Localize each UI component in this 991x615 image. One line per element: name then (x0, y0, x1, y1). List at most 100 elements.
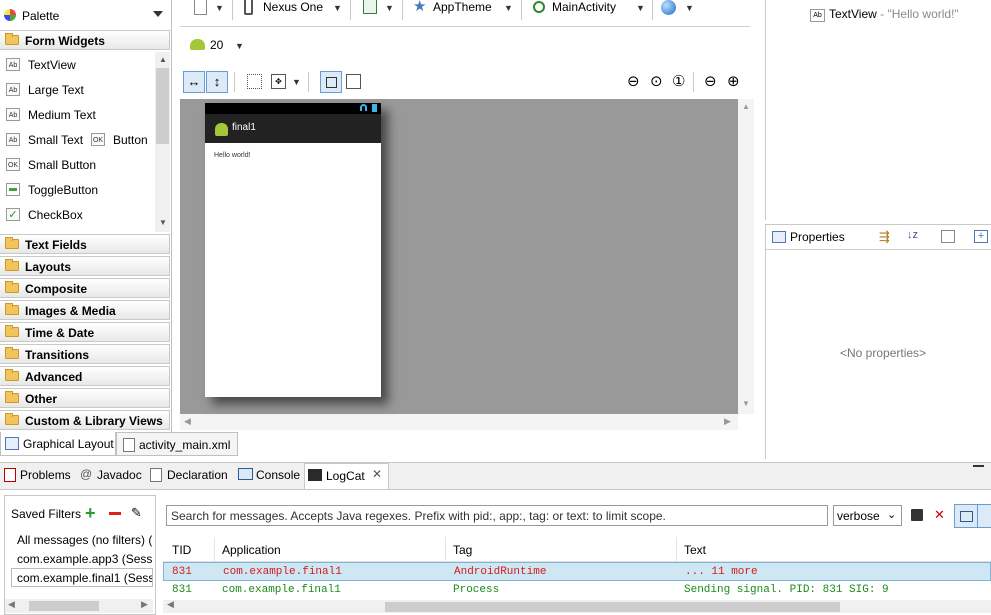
palette-scrollbar[interactable]: ▲ ▼ (155, 52, 170, 232)
outline-item-textview[interactable]: TextView - "Hello world!" (829, 7, 959, 21)
section-transitions[interactable]: Transitions (0, 344, 170, 364)
log-level-select[interactable]: verbose ⌄ (833, 505, 902, 526)
filter-icon[interactable]: ⇶ (879, 229, 890, 245)
section-form-widgets[interactable]: Form Widgets (0, 30, 170, 50)
tab-logcat[interactable]: LogCat ✕ (304, 463, 389, 489)
log-row[interactable]: 831 com.example.final1 AndroidRuntime ..… (163, 562, 991, 581)
zoom-real-icon[interactable]: ⊙ (650, 72, 663, 90)
device-preview[interactable]: final1 Hello world! (205, 103, 381, 397)
fill-width-icon[interactable]: ↔ (183, 71, 205, 93)
chevron-down-icon[interactable] (153, 11, 163, 17)
section-layouts[interactable]: Layouts (0, 256, 170, 276)
tab-javadoc[interactable]: @ Javadoc (76, 463, 144, 487)
tab-activity-main-xml[interactable]: activity_main.xml (116, 432, 238, 456)
categories-icon[interactable] (941, 230, 955, 243)
expand-icon[interactable] (346, 74, 361, 89)
palette-panel: Palette Form Widgets Ab TextView Ab Larg… (0, 0, 172, 432)
edit-filter-icon[interactable]: ✎ (131, 505, 142, 521)
chevron-down-icon[interactable]: ▼ (215, 3, 224, 13)
api-level-select[interactable]: 20 (210, 38, 223, 52)
scroll-down-icon[interactable]: ▼ (159, 218, 167, 227)
column-tid[interactable]: TID (172, 543, 191, 557)
layout-file-icon[interactable] (194, 0, 207, 15)
tab-graphical-layout[interactable]: Graphical Layout (0, 432, 116, 456)
tab-console[interactable]: Console (235, 463, 303, 487)
filter-item-all[interactable]: All messages (no filters) ( (5, 530, 153, 549)
clear-log-icon[interactable]: ✕ (934, 507, 945, 523)
toggle-filters-icon[interactable] (954, 504, 978, 528)
scroll-right-icon[interactable]: ▶ (724, 416, 731, 427)
section-other[interactable]: Other (0, 388, 170, 408)
zoom-100-icon[interactable]: ① (672, 72, 685, 90)
folder-icon (5, 369, 19, 381)
section-text-fields[interactable]: Text Fields (0, 234, 170, 254)
scroll-thumb[interactable] (156, 68, 169, 144)
section-images-media[interactable]: Images & Media (0, 300, 170, 320)
filter-item-app3[interactable]: com.example.app3 (Sessi (5, 549, 153, 568)
scroll-down-icon[interactable]: ▼ (742, 399, 750, 408)
canvas-vscrollbar[interactable]: ▲ ▼ (738, 99, 754, 414)
close-icon[interactable]: ✕ (372, 467, 382, 481)
minimize-icon[interactable] (973, 465, 984, 467)
properties-header: Properties ⇶ ↓z + (766, 225, 991, 250)
log-row[interactable]: 831 com.example.final1 Process Sending s… (163, 581, 991, 600)
globe-icon[interactable] (661, 0, 676, 15)
scroll-lock-icon[interactable] (977, 504, 991, 528)
palette-header[interactable]: Palette (0, 4, 170, 28)
expand-all-icon[interactable]: + (974, 230, 988, 243)
chevron-down-icon[interactable]: ▼ (685, 3, 694, 13)
save-icon[interactable] (911, 509, 923, 521)
margins-icon[interactable] (247, 74, 262, 89)
chevron-down-icon[interactable]: ▼ (292, 77, 301, 87)
chevron-down-icon[interactable]: ▼ (235, 41, 244, 51)
scroll-left-icon[interactable]: ◀ (8, 599, 15, 610)
scroll-thumb[interactable] (385, 602, 840, 612)
orientation-icon[interactable] (363, 0, 377, 14)
device-select[interactable]: Nexus One (263, 0, 323, 14)
scroll-thumb[interactable] (29, 601, 99, 611)
hello-world-text[interactable]: Hello world! (214, 152, 251, 159)
column-application[interactable]: Application (222, 543, 281, 557)
scroll-left-icon[interactable]: ◀ (184, 416, 191, 427)
sort-alpha-icon[interactable]: ↓z (907, 229, 918, 241)
chevron-down-icon[interactable]: ▼ (636, 3, 645, 13)
scroll-up-icon[interactable]: ▲ (159, 55, 167, 64)
tab-declaration[interactable]: Declaration (146, 463, 233, 487)
fill-height-icon[interactable]: ↕ (206, 71, 228, 93)
zoom-in-icon[interactable]: ⊕ (727, 72, 740, 90)
activity-select[interactable]: MainActivity (552, 0, 616, 14)
section-composite[interactable]: Composite (0, 278, 170, 298)
gravity-icon[interactable]: ✥ (271, 74, 286, 89)
widget-label: CheckBox (28, 208, 83, 222)
section-label: Layouts (25, 260, 72, 274)
logcat-search-input[interactable]: Search for messages. Accepts Java regexe… (166, 505, 828, 526)
canvas-hscrollbar[interactable]: ◀ ▶ (180, 414, 738, 430)
theme-select[interactable]: AppTheme (433, 0, 492, 14)
tab-label: Declaration (167, 468, 228, 482)
tab-problems[interactable]: Problems (0, 463, 76, 487)
show-in-parent-icon[interactable] (320, 71, 342, 93)
folder-icon (5, 325, 19, 337)
section-time-date[interactable]: Time & Date (0, 322, 170, 342)
scroll-up-icon[interactable]: ▲ (742, 102, 750, 111)
chevron-down-icon[interactable]: ▼ (385, 3, 394, 13)
app-title: final1 (232, 122, 256, 133)
column-text[interactable]: Text (684, 543, 706, 557)
filters-hscrollbar[interactable]: ◀ ▶ (5, 599, 153, 613)
textview-icon: Ab (6, 133, 20, 146)
filter-item-final1[interactable]: com.example.final1 (Sess (11, 568, 153, 587)
chevron-down-icon[interactable]: ▼ (504, 3, 513, 13)
section-custom-library-views[interactable]: Custom & Library Views (0, 410, 170, 430)
zoom-fit-icon[interactable]: ⊖ (627, 72, 640, 90)
scroll-left-icon[interactable]: ◀ (167, 599, 174, 610)
section-label: Advanced (25, 370, 83, 384)
action-bar: final1 (205, 114, 381, 143)
chevron-down-icon[interactable]: ▼ (333, 3, 342, 13)
column-tag[interactable]: Tag (453, 543, 472, 557)
remove-filter-icon[interactable] (109, 512, 121, 515)
scroll-right-icon[interactable]: ▶ (141, 599, 148, 610)
section-advanced[interactable]: Advanced (0, 366, 170, 386)
add-filter-icon[interactable]: + (85, 503, 96, 524)
log-hscrollbar[interactable]: ◀ (163, 599, 991, 613)
zoom-out-icon[interactable]: ⊖ (704, 72, 717, 90)
